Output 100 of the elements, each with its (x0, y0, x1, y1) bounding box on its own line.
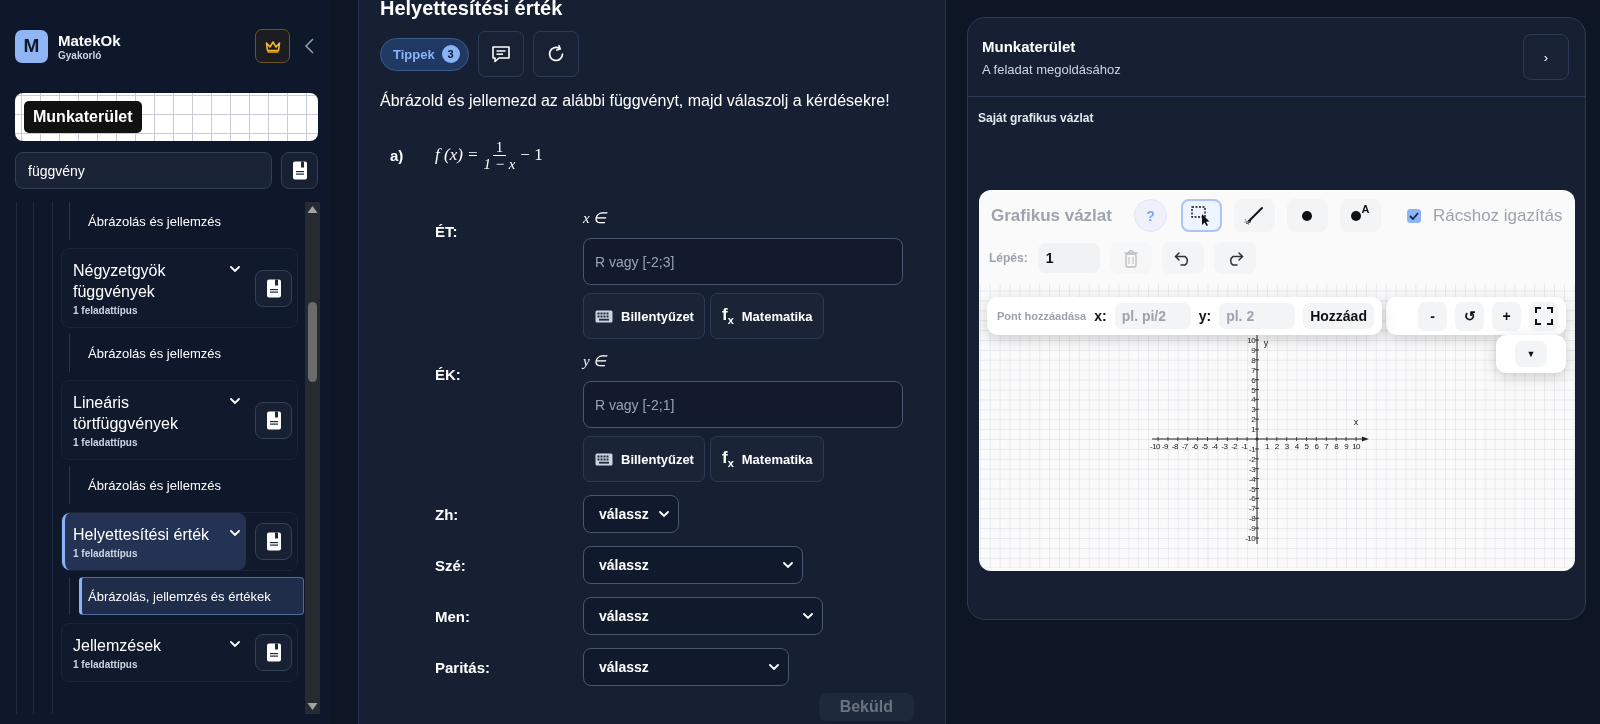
keyboard-button[interactable]: Billentyűzet (583, 436, 705, 482)
tick-label: -6 (1191, 442, 1198, 451)
redo-button[interactable] (1213, 242, 1256, 274)
axis-label: y (1263, 338, 1269, 349)
speech-bubble-icon (490, 45, 511, 63)
tick-label: 6 (1314, 442, 1319, 451)
dropdown[interactable]: válassz (583, 648, 789, 686)
dropdown[interactable]: válassz (583, 597, 823, 635)
labeled-point-tool-button[interactable]: A (1339, 199, 1381, 232)
reset-button[interactable] (532, 31, 579, 77)
reset-view-button[interactable]: ↺ (1455, 301, 1484, 331)
tick-label: 5 (1251, 385, 1255, 395)
tick-label: -5 (1201, 442, 1208, 451)
topic-header[interactable]: Lineáris törtfüggvények 1 feladattípus (62, 381, 246, 459)
input-field[interactable]: pl. pi/2 (1114, 303, 1191, 329)
tick-label: -1 (1249, 444, 1255, 454)
field-label: y: (1198, 308, 1212, 324)
topic-title: Négyzetgyök függvények (73, 261, 167, 302)
field-label: Men: (435, 607, 471, 625)
dropdown-button[interactable]: ▼ (1515, 341, 1547, 367)
math-prefix: x ∈ (583, 209, 609, 227)
math-button[interactable]: f$_{x}$ Matematika (709, 436, 824, 482)
tick-label: -7 (1181, 442, 1188, 451)
tree-subitem[interactable]: Ábrázolás és jellemzés (79, 334, 298, 372)
brush-tool-button[interactable] (1233, 199, 1275, 232)
keyboard-button[interactable]: Billentyűzet (583, 293, 705, 339)
checkbox-label: Rácshoz igazítás (1432, 205, 1563, 226)
tick-label: -6 (1249, 494, 1255, 504)
input-field[interactable]: R vagy [-2;1] (583, 381, 903, 428)
tips-button[interactable]: Tippek 3 (380, 37, 469, 71)
notebook-icon (265, 532, 282, 551)
selection-cursor-icon (1190, 204, 1213, 227)
math-button[interactable]: f$_{x}$ Matematika (709, 293, 824, 339)
tick-label: 1 (1264, 442, 1269, 451)
tick-label: 8 (1334, 442, 1339, 451)
topic-count: 1 feladattípus (73, 659, 139, 670)
topic-header[interactable]: Jellemzések 1 feladattípus (62, 624, 246, 681)
tick-label: -4 (1249, 474, 1255, 484)
chevron-down-icon (230, 266, 240, 273)
tree-subitem[interactable]: Ábrázolás és jellemzés (79, 202, 298, 240)
dropdown[interactable]: válassz (583, 546, 803, 584)
notebook-button[interactable] (255, 401, 292, 439)
topic-header[interactable]: Helyettesítési érték 1 feladattípus (62, 513, 246, 570)
tick-label: 4 (1294, 442, 1299, 451)
chevron-down-icon (230, 398, 240, 405)
point-icon (1350, 209, 1363, 222)
tick-label: 2 (1251, 415, 1255, 425)
notebook-button[interactable] (255, 634, 292, 671)
comment-button[interactable] (477, 31, 524, 77)
add-button[interactable]: Hozzáad (1303, 303, 1374, 329)
zoom-in-button[interactable]: + (1492, 301, 1521, 331)
select-tool-button[interactable] (1180, 199, 1222, 232)
fullscreen-button[interactable] (1529, 301, 1558, 331)
crown-button[interactable] (255, 29, 290, 63)
topic-title: Jellemzések (73, 636, 163, 656)
chevron-down-icon (659, 510, 669, 518)
notebook-button[interactable] (255, 523, 292, 560)
field-label: ÉT: (435, 222, 459, 242)
notebook-button[interactable] (281, 152, 318, 189)
tick-label: -10 (1150, 442, 1160, 451)
refresh-icon (546, 45, 565, 63)
part-label: a) (390, 146, 405, 164)
point-tool-button[interactable] (1286, 199, 1328, 232)
task-title: Helyettesítési érték (380, 0, 564, 19)
tick-label: -2 (1231, 442, 1238, 451)
notebook-icon (265, 410, 282, 430)
notebook-button[interactable] (255, 269, 292, 307)
workspace-title: Munkaterület (982, 37, 1077, 55)
collapse-panel-button[interactable]: › (1523, 34, 1569, 80)
chevron-down-icon (783, 561, 793, 569)
scrollbar[interactable] (305, 202, 320, 714)
tick-label: -3 (1249, 464, 1255, 474)
step-field[interactable]: 1 (1037, 243, 1100, 273)
field-label: x: (1094, 308, 1107, 324)
field-label: Paritás: (435, 658, 492, 676)
chevron-down-icon (769, 663, 779, 671)
tree-subitem[interactable]: Ábrázolás, jellemzés és értékek (79, 577, 304, 615)
topic-count: 1 feladattípus (73, 548, 139, 559)
tick-label: 7 (1251, 365, 1255, 375)
crown-icon (264, 39, 281, 53)
app-subtitle: Gyakorló (58, 49, 103, 61)
input-field[interactable]: pl. 2 (1219, 303, 1296, 329)
undo-button[interactable] (1161, 242, 1204, 274)
zoom-out-button[interactable]: - (1418, 301, 1447, 331)
tick-label: 7 (1324, 442, 1329, 451)
checkbox[interactable] (1406, 208, 1421, 223)
section-label: Saját grafikus vázlat (978, 111, 1095, 125)
topic-count: 1 feladattípus (73, 437, 139, 448)
tick-label: 3 (1284, 442, 1289, 451)
tick-label: 8 (1251, 355, 1255, 365)
task-instruction: Ábrázold és jellemezd az alábbi függvényt, majd válaszolj a kérdésekre! (380, 91, 891, 111)
notebook-icon (265, 278, 282, 298)
chevron-down-icon (803, 612, 813, 620)
dropdown[interactable]: válassz (583, 495, 679, 533)
search-field[interactable]: függvény (15, 152, 272, 189)
topic-header[interactable]: Négyzetgyök függvények 1 feladattípus (62, 249, 246, 327)
input-field[interactable]: R vagy [-2;3] (583, 238, 903, 285)
field-label: Zh: (435, 505, 460, 523)
tree-subitem[interactable]: Ábrázolás és jellemzés (79, 466, 298, 504)
notebook-icon (291, 161, 308, 180)
